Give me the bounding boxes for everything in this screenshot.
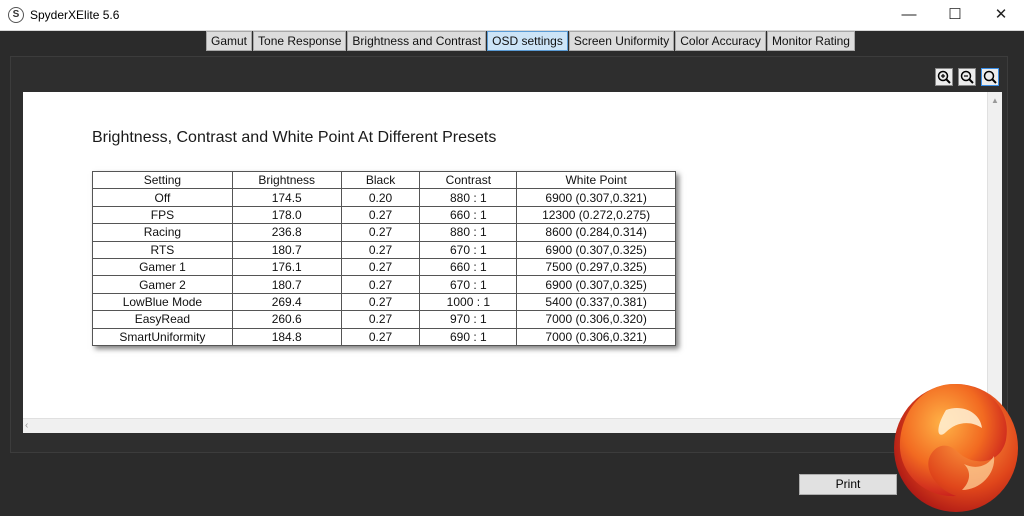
tab-color-accuracy[interactable]: Color Accuracy	[675, 31, 766, 51]
cell-setting: Racing	[92, 223, 233, 242]
cell-contrast: 690 : 1	[419, 327, 518, 346]
horizontal-scrollbar[interactable]: ‹	[23, 418, 987, 433]
cell-contrast: 660 : 1	[419, 257, 518, 277]
tab-tone-response[interactable]: Tone Response	[253, 31, 347, 51]
cell-black: 0.20	[340, 188, 421, 207]
zoom-in-button[interactable]	[935, 68, 953, 86]
window-title: SpyderXElite 5.6	[30, 8, 120, 22]
tab-monitor-rating[interactable]: Monitor Rating	[766, 31, 855, 51]
title-bar: S SpyderXElite 5.6 — ☐ ✕	[0, 0, 1024, 31]
cell-white-point: 7500 (0.297,0.325)	[516, 257, 676, 277]
col-header-contrast: Contrast	[419, 170, 518, 190]
cell-brightness: 260.6	[231, 310, 342, 329]
cell-white-point: 7000 (0.306,0.320)	[516, 310, 676, 329]
maximize-button[interactable]: ☐	[932, 0, 978, 30]
cell-black: 0.27	[340, 310, 421, 329]
cell-contrast: 670 : 1	[419, 275, 518, 294]
table-row: Gamer 2 180.7 0.27 670 : 1 6900 (0.307,0…	[92, 275, 676, 294]
cell-setting: Gamer 1	[92, 257, 233, 277]
zoom-out-button[interactable]	[958, 68, 976, 86]
cell-setting: Off	[92, 188, 233, 207]
cell-contrast: 670 : 1	[419, 240, 518, 259]
cell-setting: FPS	[92, 205, 233, 225]
cell-white-point: 6900 (0.307,0.325)	[516, 240, 676, 259]
zoom-fit-button[interactable]	[981, 68, 999, 86]
app-logo-icon: S	[8, 7, 24, 23]
col-header-setting: Setting	[92, 170, 233, 190]
zoom-out-icon	[960, 70, 974, 84]
cell-contrast: 660 : 1	[419, 205, 518, 225]
scroll-left-icon[interactable]: ‹	[25, 419, 28, 433]
table-row: LowBlue Mode 269.4 0.27 1000 : 1 5400 (0…	[92, 292, 676, 312]
zoom-in-icon	[937, 70, 951, 84]
col-header-brightness: Brightness	[231, 170, 342, 190]
cell-setting: RTS	[92, 240, 233, 259]
cell-black: 0.27	[340, 275, 421, 294]
cell-white-point: 5400 (0.337,0.381)	[516, 292, 676, 312]
cell-white-point: 6900 (0.307,0.321)	[516, 188, 676, 207]
cell-setting: EasyRead	[92, 310, 233, 329]
table-row: FPS 178.0 0.27 660 : 1 12300 (0.272,0.27…	[92, 205, 676, 225]
col-header-white-point: White Point	[516, 170, 676, 190]
cell-brightness: 269.4	[231, 292, 342, 312]
table-row: Off 174.5 0.20 880 : 1 6900 (0.307,0.321…	[92, 188, 676, 207]
watermark-logo-icon	[894, 384, 1018, 512]
cell-white-point: 8600 (0.284,0.314)	[516, 223, 676, 242]
cell-black: 0.27	[340, 205, 421, 225]
cell-brightness: 176.1	[231, 257, 342, 277]
tab-bar: Gamut Tone Response Brightness and Contr…	[206, 31, 856, 51]
tab-osd-settings[interactable]: OSD settings	[487, 31, 568, 51]
cell-brightness: 180.7	[231, 275, 342, 294]
scroll-up-icon[interactable]: ▲	[988, 94, 1002, 108]
cell-brightness: 180.7	[231, 240, 342, 259]
cell-brightness: 236.8	[231, 223, 342, 242]
cell-brightness: 178.0	[231, 205, 342, 225]
print-button[interactable]: Print	[799, 474, 897, 495]
tab-screen-uniformity[interactable]: Screen Uniformity	[568, 31, 675, 51]
col-header-black: Black	[340, 170, 421, 190]
cell-setting: Gamer 2	[92, 275, 233, 294]
cell-black: 0.27	[340, 240, 421, 259]
cell-white-point: 6900 (0.307,0.325)	[516, 275, 676, 294]
table-row: Racing 236.8 0.27 880 : 1 8600 (0.284,0.…	[92, 223, 676, 242]
cell-contrast: 1000 : 1	[419, 292, 518, 312]
cell-setting: SmartUniformity	[92, 327, 233, 346]
table-header-row: Setting Brightness Black Contrast White …	[92, 170, 676, 190]
cell-setting: LowBlue Mode	[92, 292, 233, 312]
report-title: Brightness, Contrast and White Point At …	[92, 129, 497, 146]
cell-black: 0.27	[340, 223, 421, 242]
cell-black: 0.27	[340, 292, 421, 312]
magnifier-icon	[983, 70, 997, 84]
table-row: EasyRead 260.6 0.27 970 : 1 7000 (0.306,…	[92, 310, 676, 329]
presets-table: Setting Brightness Black Contrast White …	[92, 170, 676, 346]
cell-black: 0.27	[340, 327, 421, 346]
cell-brightness: 174.5	[231, 188, 342, 207]
cell-brightness: 184.8	[231, 327, 342, 346]
cell-contrast: 880 : 1	[419, 223, 518, 242]
tab-gamut[interactable]: Gamut	[206, 31, 253, 51]
cell-white-point: 7000 (0.306,0.321)	[516, 327, 676, 346]
cell-contrast: 880 : 1	[419, 188, 518, 207]
tab-brightness-and-contrast[interactable]: Brightness and Contrast	[347, 31, 487, 51]
table-row: RTS 180.7 0.27 670 : 1 6900 (0.307,0.325…	[92, 240, 676, 259]
table-row: SmartUniformity 184.8 0.27 690 : 1 7000 …	[92, 327, 676, 346]
cell-contrast: 970 : 1	[419, 310, 518, 329]
cell-white-point: 12300 (0.272,0.275)	[516, 205, 676, 225]
minimize-button[interactable]: —	[886, 0, 932, 30]
table-row: Gamer 1 176.1 0.27 660 : 1 7500 (0.297,0…	[92, 257, 676, 277]
close-button[interactable]: ✕	[978, 0, 1024, 30]
cell-black: 0.27	[340, 257, 421, 277]
